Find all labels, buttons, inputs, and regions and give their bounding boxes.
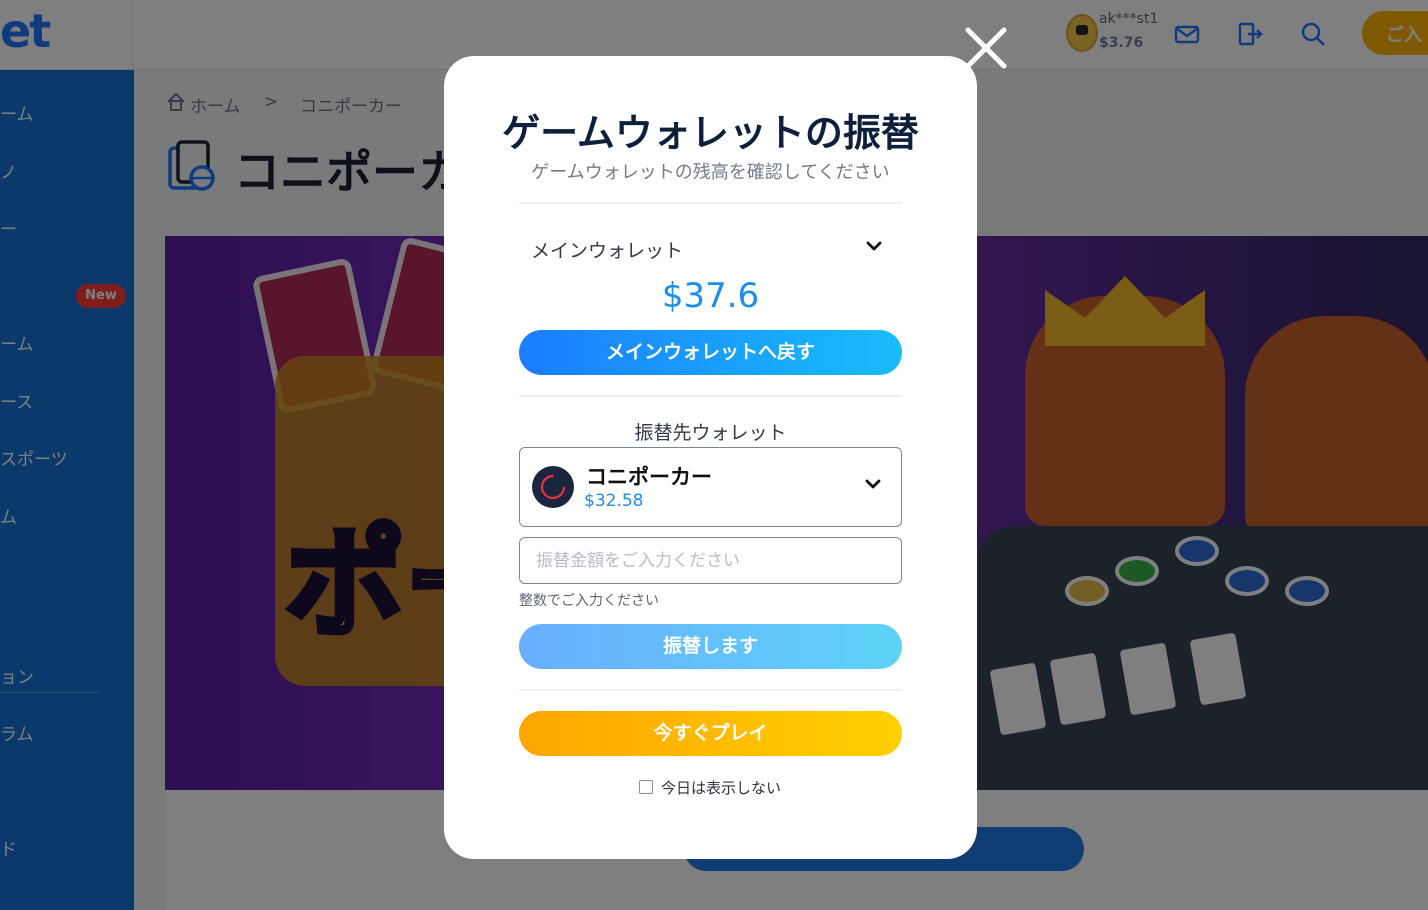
transfer-button[interactable]: 振替します [519,624,902,669]
play-now-button[interactable]: 今すぐプレイ [519,711,902,756]
main-wallet-amount: $37.6 [661,276,760,316]
target-wallet-balance: $32.58 [584,491,644,511]
divider [519,689,902,691]
target-wallet-name: コニポーカー [586,465,712,489]
divider [519,202,902,204]
modal-subtitle: ゲームウォレットの残高を確認してください [531,162,890,183]
modal-title: ゲームウォレットの振替 [502,111,919,155]
chevron-down-icon[interactable] [865,478,881,490]
wallet-transfer-modal: ゲームウォレットの振替 ゲームウォレットの残高を確認してください メインウォレッ… [444,56,977,859]
return-to-main-wallet-button[interactable]: メインウォレットへ戻す [519,330,902,375]
target-wallet-dropdown[interactable]: コニポーカー $32.58 [519,447,902,527]
amount-hint: 整数でご入力ください [519,593,659,609]
target-wallet-label: 振替先ウォレット [634,422,787,444]
checkbox[interactable] [639,780,653,794]
main-wallet-dropdown[interactable]: メインウォレット [519,228,902,268]
close-icon[interactable] [962,24,1010,72]
divider [519,395,902,397]
transfer-amount-input[interactable] [519,537,902,584]
main-wallet-label: メインウォレット [531,240,684,262]
dont-show-today-label[interactable]: 今日は表示しない [661,777,781,798]
koni-poker-logo-icon [532,466,574,508]
chevron-down-icon[interactable] [866,240,882,252]
